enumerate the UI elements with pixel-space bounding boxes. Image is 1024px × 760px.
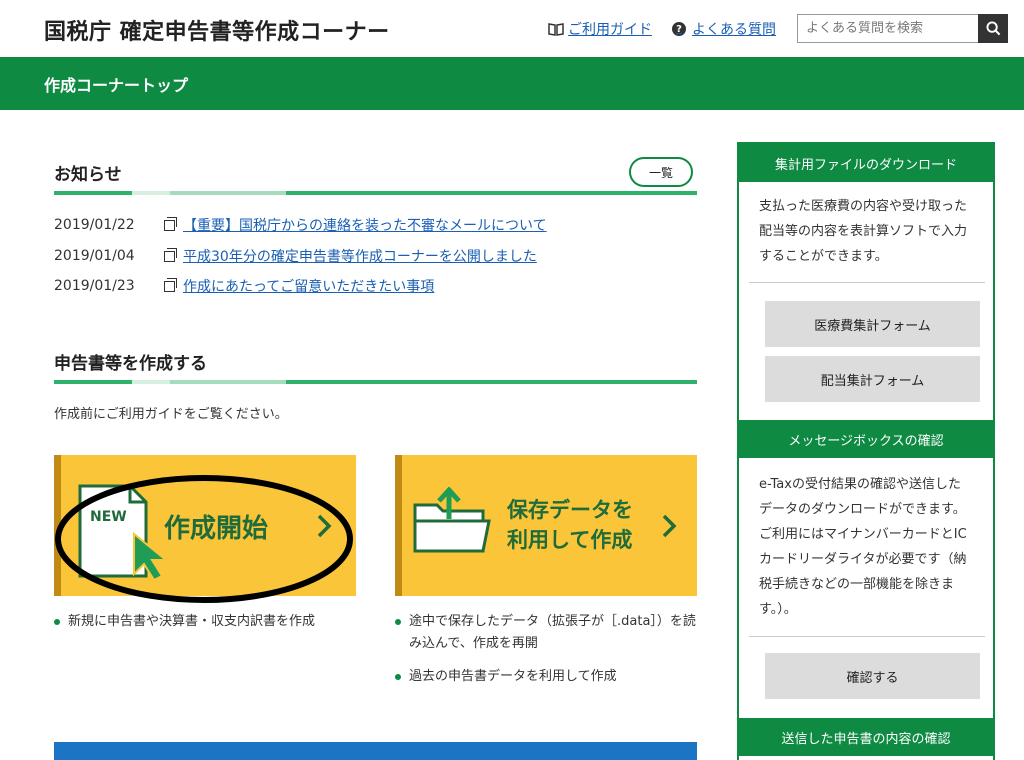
- messagebox-text: e-Taxの受付結果の確認や送信したデータのダウンロードができます。ご利用にはマ…: [759, 477, 967, 617]
- news-link[interactable]: 平成30年分の確定申告書等作成コーナーを公開しました: [183, 246, 537, 266]
- folder-upload-icon: [413, 487, 491, 553]
- sent-heading[interactable]: 送信した申告書の内容の確認: [739, 718, 993, 756]
- news-item: 2019/01/23 作成にあたってご留意いただきたい事項: [54, 276, 434, 296]
- news-link[interactable]: 【重要】国税庁からの連絡を装った不審なメールについて: [183, 215, 547, 235]
- faq-link[interactable]: ? よくある質問: [672, 19, 776, 39]
- sent-box: 送信した申告書の内容の確認: [737, 718, 995, 760]
- bullet-text: 新規に申告書や決算書・収支内訳書を作成: [68, 614, 316, 629]
- divider: [749, 282, 985, 283]
- news-section-rule: [54, 191, 697, 195]
- highlight-ellipse-annotation: [55, 475, 353, 603]
- confirm-button[interactable]: 確認する: [765, 653, 980, 699]
- site-header: 国税庁 確定申告書等作成コーナー ご利用ガイド ? よくある質問: [0, 0, 1024, 57]
- medical-form-button[interactable]: 医療費集計フォーム: [765, 301, 980, 347]
- start-new-card[interactable]: NEW 作成開始: [54, 455, 356, 603]
- divider: [749, 636, 985, 637]
- bullet-dot: [395, 674, 401, 680]
- guide-link-label: ご利用ガイド: [568, 22, 652, 38]
- header-links: ご利用ガイド ? よくある質問: [548, 19, 796, 39]
- list-item: 過去の申告書データを利用して作成: [395, 666, 697, 688]
- nav-bar: 作成コーナートップ: [0, 57, 1024, 110]
- download-box: 集計用ファイルのダウンロード 支払った医療費の内容や受け取った配当等の内容を表計…: [737, 142, 995, 422]
- external-window-icon: [164, 216, 177, 231]
- search-icon: [985, 21, 1000, 36]
- news-date: 2019/01/22: [54, 217, 135, 233]
- news-link[interactable]: 作成にあたってご留意いただきたい事項: [183, 276, 434, 296]
- download-heading: 集計用ファイルのダウンロード: [739, 144, 993, 182]
- bullet-text: 途中で保存したデータ（拡張子が［.data］）を読み込んで、作成を再開: [409, 614, 696, 651]
- nav-title[interactable]: 作成コーナートップ: [44, 72, 188, 96]
- bottom-banner[interactable]: [54, 742, 697, 760]
- faq-link-label: よくある質問: [692, 22, 776, 38]
- search-button[interactable]: [978, 14, 1008, 43]
- site-title[interactable]: 国税庁 確定申告書等作成コーナー: [44, 14, 390, 46]
- create-intro: 作成前にご利用ガイドをご覧ください。: [54, 407, 288, 422]
- dividend-form-button[interactable]: 配当集計フォーム: [765, 356, 980, 402]
- question-icon: ?: [672, 22, 686, 36]
- news-item: 2019/01/04 平成30年分の確定申告書等作成コーナーを公開しました: [54, 246, 537, 266]
- faq-search-input[interactable]: [797, 14, 979, 43]
- news-list-button[interactable]: 一覧: [629, 157, 693, 187]
- chevron-right-icon: [662, 514, 677, 538]
- create-section-title: 申告書等を作成する: [54, 354, 207, 374]
- external-window-icon: [164, 277, 177, 292]
- use-saved-data-label-line2: 利用して作成: [507, 528, 633, 552]
- bullet-dot: [54, 619, 60, 625]
- use-saved-data-label: 保存データを 利用して作成: [507, 495, 633, 555]
- new-card-bullets: 新規に申告書や決算書・収支内訳書を作成: [54, 611, 354, 644]
- list-item: 新規に申告書や決算書・収支内訳書を作成: [54, 611, 354, 633]
- list-item: 途中で保存したデータ（拡張子が［.data］）を読み込んで、作成を再開: [395, 611, 697, 655]
- guide-link[interactable]: ご利用ガイド: [548, 19, 652, 39]
- book-icon: [548, 23, 564, 36]
- news-date: 2019/01/04: [54, 248, 135, 264]
- news-item: 2019/01/22 【重要】国税庁からの連絡を装った不審なメールについて: [54, 215, 547, 235]
- messagebox-box: メッセージボックスの確認 e-Taxの受付結果の確認や送信したデータのダウンロー…: [737, 420, 995, 720]
- messagebox-heading: メッセージボックスの確認: [739, 420, 993, 458]
- news-section-title: お知らせ: [54, 165, 122, 185]
- saved-card-bullets: 途中で保存したデータ（拡張子が［.data］）を読み込んで、作成を再開 過去の申…: [395, 611, 697, 699]
- bullet-text: 過去の申告書データを利用して作成: [409, 669, 617, 684]
- external-window-icon: [164, 247, 177, 262]
- use-saved-data-label-line1: 保存データを: [507, 498, 633, 522]
- news-date: 2019/01/23: [54, 278, 135, 294]
- download-text: 支払った医療費の内容や受け取った配当等の内容を表計算ソフトで入力することができま…: [759, 199, 968, 264]
- create-section-rule: [54, 380, 697, 384]
- use-saved-data-card[interactable]: 保存データを 利用して作成: [395, 455, 697, 596]
- bullet-dot: [395, 619, 401, 625]
